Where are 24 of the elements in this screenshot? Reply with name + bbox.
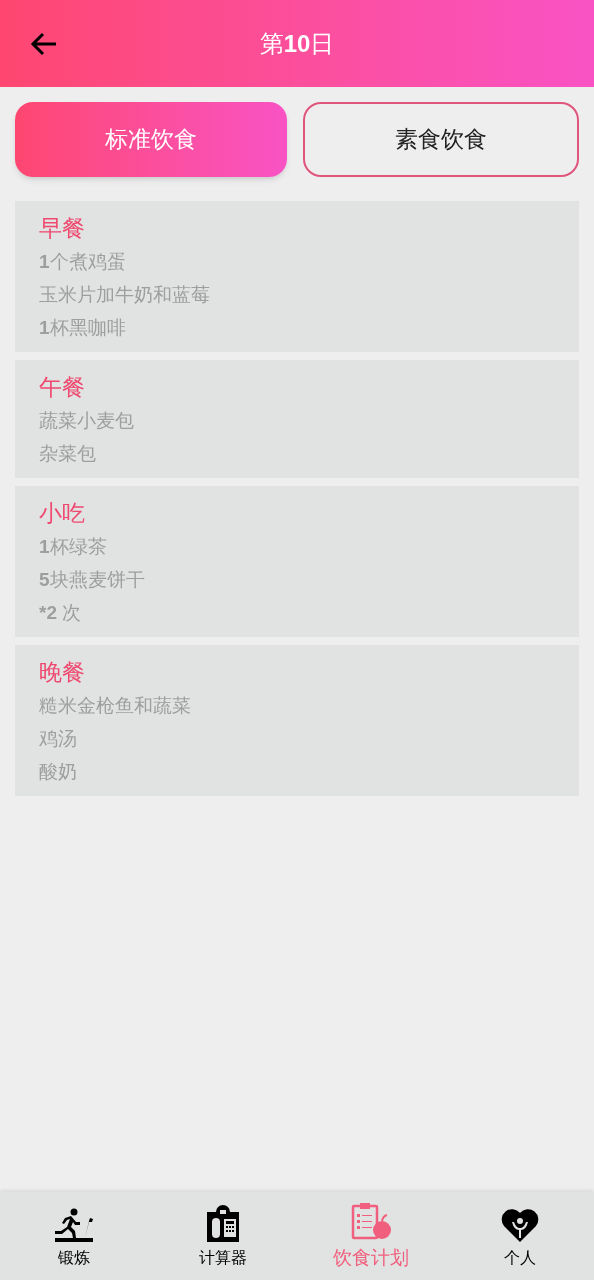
page-title: 第10日 (259, 28, 335, 59)
food-item: 1个煮鸡蛋 (39, 250, 127, 274)
meal-title: 早餐 (39, 214, 86, 243)
nav-tab[interactable]: 计算器 (148, 1192, 297, 1280)
food-item: *2 次 (39, 601, 83, 625)
back-icon[interactable] (30, 31, 58, 56)
food-item: 蔬菜小麦包 (39, 409, 135, 433)
food-item: 1杯绿茶 (39, 535, 108, 559)
food-item: 玉米片加牛奶和蓝莓 (39, 283, 211, 307)
food-item: 杂菜包 (39, 442, 97, 466)
food-item: 糙米金枪鱼和蔬菜 (39, 694, 192, 718)
meal-title: 午餐 (39, 373, 86, 402)
meal-title: 晚餐 (39, 658, 86, 687)
runner-icon (54, 1208, 95, 1242)
nav-tab[interactable]: 个人 (445, 1192, 594, 1280)
food-item: 酸奶 (39, 760, 78, 784)
clipboard-apple-icon (351, 1201, 392, 1240)
diet-tab[interactable]: 素食饮食 (303, 102, 579, 177)
nav-tab[interactable]: 锻炼 (0, 1192, 149, 1280)
food-item: 1杯黑咖啡 (39, 316, 127, 340)
food-item: 5块燕麦饼干 (39, 568, 146, 592)
food-item: 鸡汤 (39, 727, 78, 751)
heart-person-icon (500, 1208, 539, 1242)
meal-title: 小吃 (39, 499, 86, 528)
